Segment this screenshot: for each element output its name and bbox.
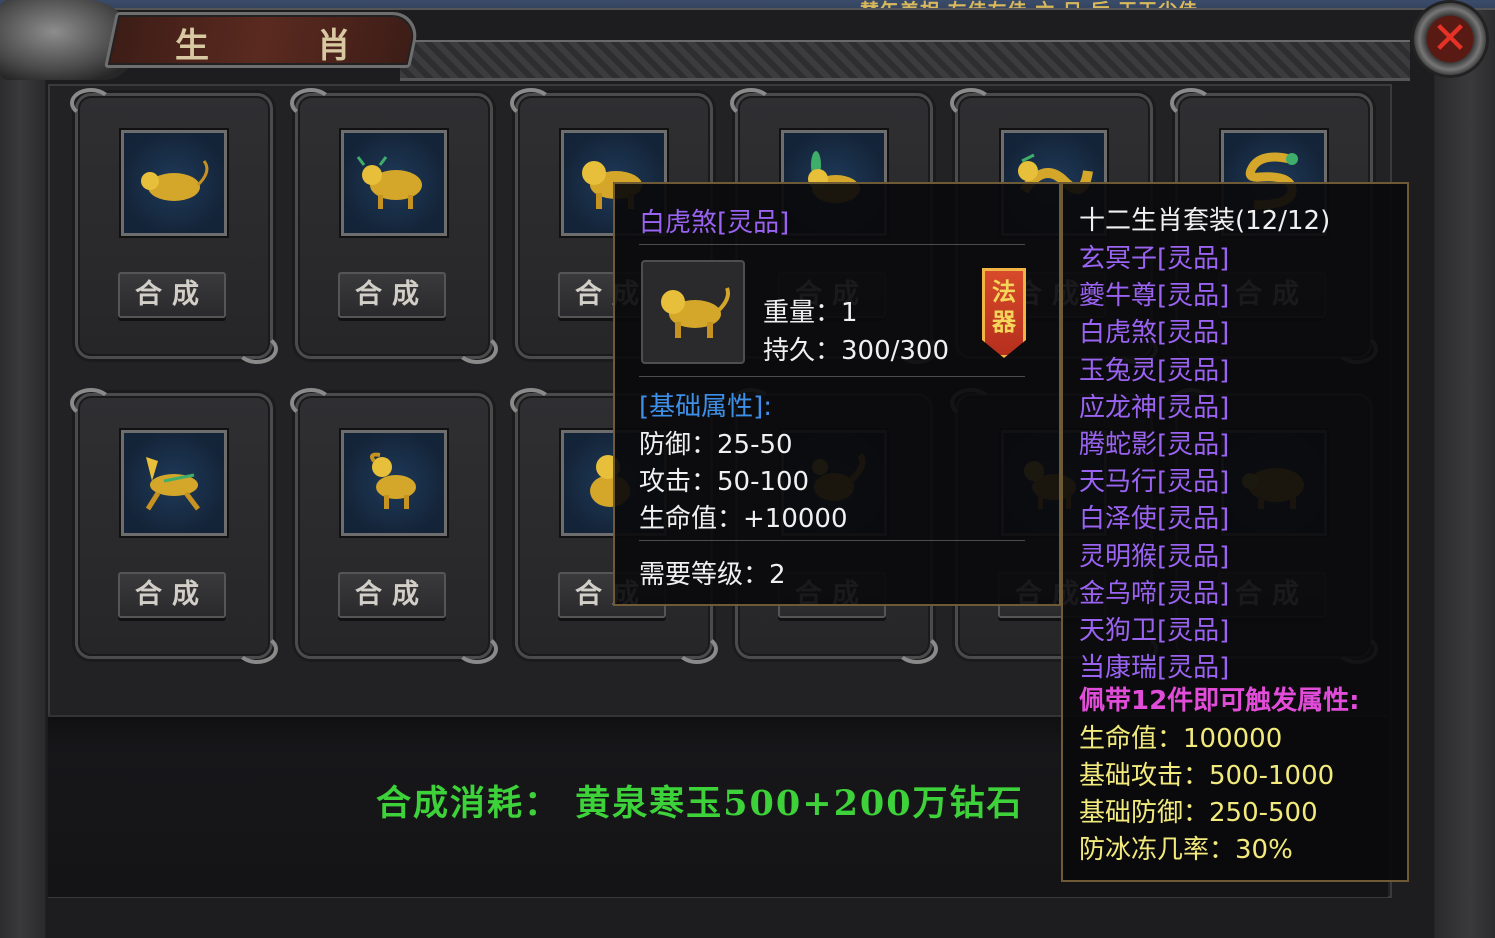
divider	[639, 540, 1025, 541]
set-piece-item: 当康瑞[灵品]	[1079, 653, 1230, 684]
zodiac-card: 合成	[70, 388, 278, 664]
artifact-badge-label: 法器	[992, 277, 1016, 336]
set-bonus-item: 基础攻击：500-1000	[1079, 761, 1335, 791]
window-title: 生 肖	[175, 26, 399, 66]
set-bonus-item: 防冰冻几率：30%	[1079, 835, 1293, 865]
set-title: 十二生肖套装(12/12)	[1079, 206, 1331, 236]
golden-horse-icon	[145, 457, 200, 511]
item-weight: 重量：1	[763, 298, 858, 328]
set-piece-item: 白泽使[灵品]	[1079, 504, 1230, 535]
zodiac-item-slot[interactable]	[121, 130, 227, 236]
set-piece-item: 白虎煞[灵品]	[1079, 318, 1230, 349]
set-tooltip: 十二生肖套装(12/12) 玄冥子[灵品] 夔牛尊[灵品] 白虎煞[灵品] 玉兔灵[灵…	[1061, 182, 1409, 882]
merge-button[interactable]: 合成	[338, 272, 446, 318]
set-piece-item: 天狗卫[灵品]	[1079, 616, 1230, 646]
zodiac-item-slot[interactable]	[121, 430, 227, 536]
divider	[639, 376, 1025, 377]
artifact-badge: 法器	[982, 268, 1026, 358]
merge-button[interactable]: 合成	[118, 272, 226, 318]
set-piece-item: 腾蛇影[灵品]	[1079, 430, 1230, 460]
set-trigger-text: 佩带12件即可触发属性:	[1079, 686, 1360, 716]
item-attack: 攻击：50-100	[639, 467, 810, 497]
golden-goat-icon	[370, 452, 416, 509]
merge-button[interactable]: 合成	[338, 572, 446, 618]
zodiac-item-slot[interactable]	[341, 430, 447, 536]
zodiac-card: 合成	[290, 88, 498, 364]
merge-cost-text: 合成消耗： 黄泉寒玉500+200万钻石	[376, 783, 1024, 824]
set-bonus-item: 生命值：100000	[1079, 724, 1283, 754]
base-attributes-label: [基础属性]:	[639, 392, 773, 422]
item-durability: 持久：300/300	[763, 336, 950, 366]
set-bonus-item: 基础防御：250-500	[1079, 798, 1318, 828]
merge-button[interactable]: 合成	[118, 572, 226, 618]
set-piece-item: 灵明猴[灵品]	[1079, 541, 1230, 572]
window-top-bar	[400, 40, 1410, 81]
zodiac-card: 合成	[290, 388, 498, 664]
divider	[639, 244, 1025, 245]
golden-tiger-icon	[661, 287, 730, 338]
set-piece-item: 玄冥子[灵品]	[1079, 244, 1230, 274]
item-hp: 生命值：+10000	[639, 504, 848, 534]
item-tooltip: 白虎煞[灵品] 重量：1 持久：300/300 法器 [基础属性]: 防御：25…	[613, 182, 1061, 606]
item-name: 白虎煞[灵品]	[639, 208, 790, 238]
set-piece-item: 应龙神[灵品]	[1079, 392, 1230, 423]
zodiac-item-slot[interactable]	[341, 130, 447, 236]
item-required-level: 需要等级：2	[639, 560, 786, 590]
golden-rat-icon	[141, 160, 209, 201]
item-defense: 防御：25-50	[639, 430, 793, 460]
zodiac-card: 合成	[70, 88, 278, 364]
set-piece-item: 玉兔灵[灵品]	[1079, 355, 1230, 386]
close-button[interactable]: ✕	[1414, 3, 1486, 75]
set-piece-item: 金乌啼[灵品]	[1079, 578, 1230, 609]
item-icon-slot	[641, 260, 745, 364]
set-piece-item: 天马行[灵品]	[1079, 467, 1230, 498]
set-piece-item: 夔牛尊[灵品]	[1079, 281, 1230, 312]
golden-ox-icon	[356, 156, 422, 209]
